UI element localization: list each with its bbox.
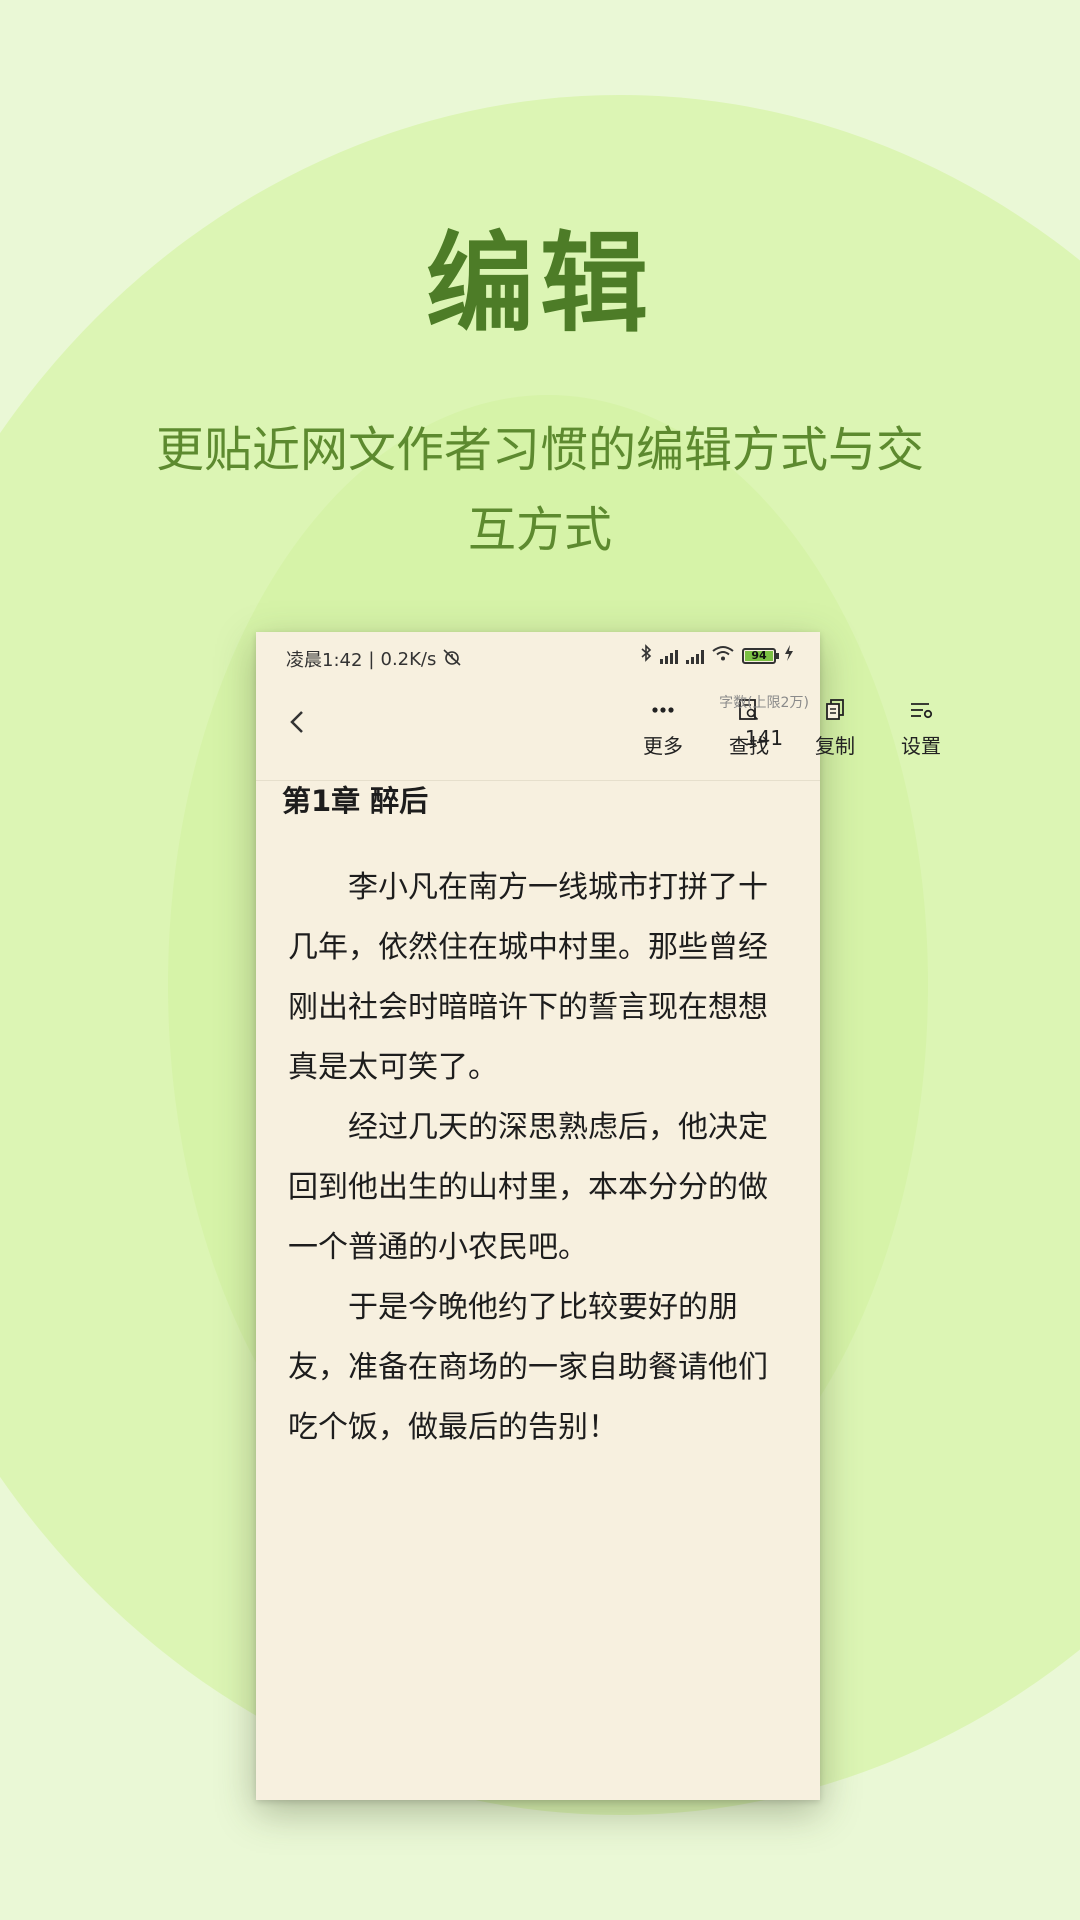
- paragraph[interactable]: 经过几天的深思熟虑后，他决定回到他出生的山村里，本本分分的做一个普通的小农民吧。: [288, 1098, 792, 1278]
- more-label: 更多: [643, 734, 683, 758]
- status-bar: 凌晨1:42 | 0.2K/s 94: [256, 632, 820, 680]
- paragraph[interactable]: 李小凡在南方一线城市打拼了十几年，依然住在城中村里。那些曾经刚出社会时暗暗许下的…: [288, 858, 792, 1098]
- settings-label: 设置: [901, 734, 941, 758]
- status-speed: 0.2K/s: [380, 648, 437, 670]
- status-left: 凌晨1:42 | 0.2K/s: [286, 646, 462, 672]
- phone-screen: 凌晨1:42 | 0.2K/s 94 更多 查找 复制 设置 字数(上限2万) …: [256, 632, 941, 1800]
- wifi-icon: [712, 645, 734, 666]
- hd-signal-icon: [660, 648, 678, 664]
- back-button[interactable]: [282, 702, 322, 742]
- settings-button[interactable]: 设置: [886, 696, 956, 759]
- status-right: 94: [640, 644, 794, 667]
- signal-icon: [686, 648, 704, 664]
- chapter-title[interactable]: 第1章 醉后: [282, 778, 428, 820]
- promo-page: 编辑 更贴近网文作者习惯的编辑方式与交互方式 凌晨1:42 | 0.2K/s 9…: [0, 0, 1080, 1920]
- promo-subline: 更贴近网文作者习惯的编辑方式与交互方式: [155, 422, 924, 558]
- word-count-label: 字数(上限2万): [719, 695, 809, 711]
- chevron-left-icon: [290, 711, 303, 733]
- word-count: 字数(上限2万) 141: [712, 692, 816, 750]
- settings-icon: [886, 696, 956, 724]
- more-dots-icon: [628, 696, 698, 724]
- mute-alarm-icon: [442, 648, 462, 671]
- status-time: 凌晨1:42: [286, 650, 363, 671]
- battery-icon: 94: [742, 647, 779, 664]
- charging-icon: [784, 645, 794, 666]
- status-separator: |: [368, 648, 375, 670]
- battery-level: 94: [751, 648, 767, 662]
- more-button[interactable]: 更多: [628, 696, 698, 759]
- promo-headline: 编辑: [425, 222, 654, 347]
- paragraph[interactable]: 于是今晚他约了比较要好的朋友，准备在商场的一家自助餐请他们吃个饭，做最后的告别！: [288, 1278, 792, 1458]
- word-count-value: 141: [744, 726, 784, 750]
- editor-body[interactable]: 李小凡在南方一线城市打拼了十几年，依然住在城中村里。那些曾经刚出社会时暗暗许下的…: [288, 858, 792, 1458]
- bluetooth-icon: [640, 644, 652, 667]
- editor-toolbar: 更多 查找 复制 设置 字数(上限2万) 141: [256, 680, 941, 781]
